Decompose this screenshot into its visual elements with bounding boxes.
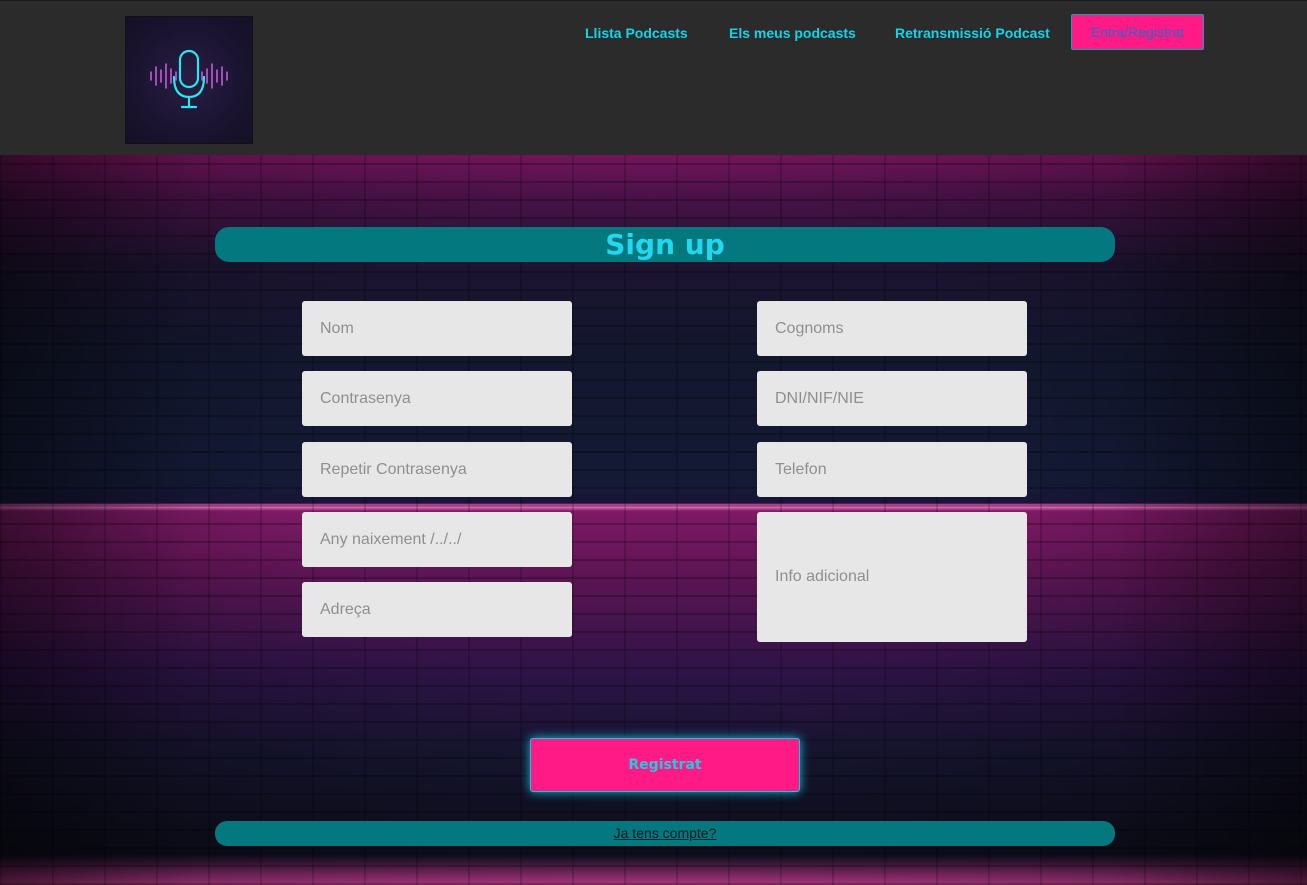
signup-title: Sign up — [215, 227, 1115, 262]
microphone-neon-icon — [150, 49, 228, 109]
podcast-logo[interactable] — [125, 16, 253, 144]
nav-login-register-button[interactable]: Entra/Registrat — [1071, 14, 1204, 50]
adreca-input[interactable] — [302, 582, 572, 637]
password-input[interactable] — [302, 371, 572, 426]
login-link-bar: Ja tens compte? — [215, 821, 1115, 846]
nav-llista-podcasts[interactable]: Llista Podcasts — [585, 23, 688, 43]
telefon-input[interactable] — [757, 442, 1027, 497]
already-have-account-link[interactable]: Ja tens compte? — [614, 825, 717, 841]
cognoms-input[interactable] — [757, 301, 1027, 356]
site-header: Llista Podcasts Els meus podcasts Retran… — [0, 0, 1307, 155]
nav-retransmissio-podcast[interactable]: Retransmissió Podcast — [895, 23, 1050, 43]
register-button[interactable]: Registrat — [530, 738, 800, 792]
birth-year-input[interactable] — [302, 512, 572, 567]
repeat-password-input[interactable] — [302, 442, 572, 497]
dni-input[interactable] — [757, 371, 1027, 426]
info-adicional-textarea[interactable] — [757, 512, 1027, 642]
nav-els-meus-podcasts[interactable]: Els meus podcasts — [729, 23, 856, 43]
nom-input[interactable] — [302, 301, 572, 356]
